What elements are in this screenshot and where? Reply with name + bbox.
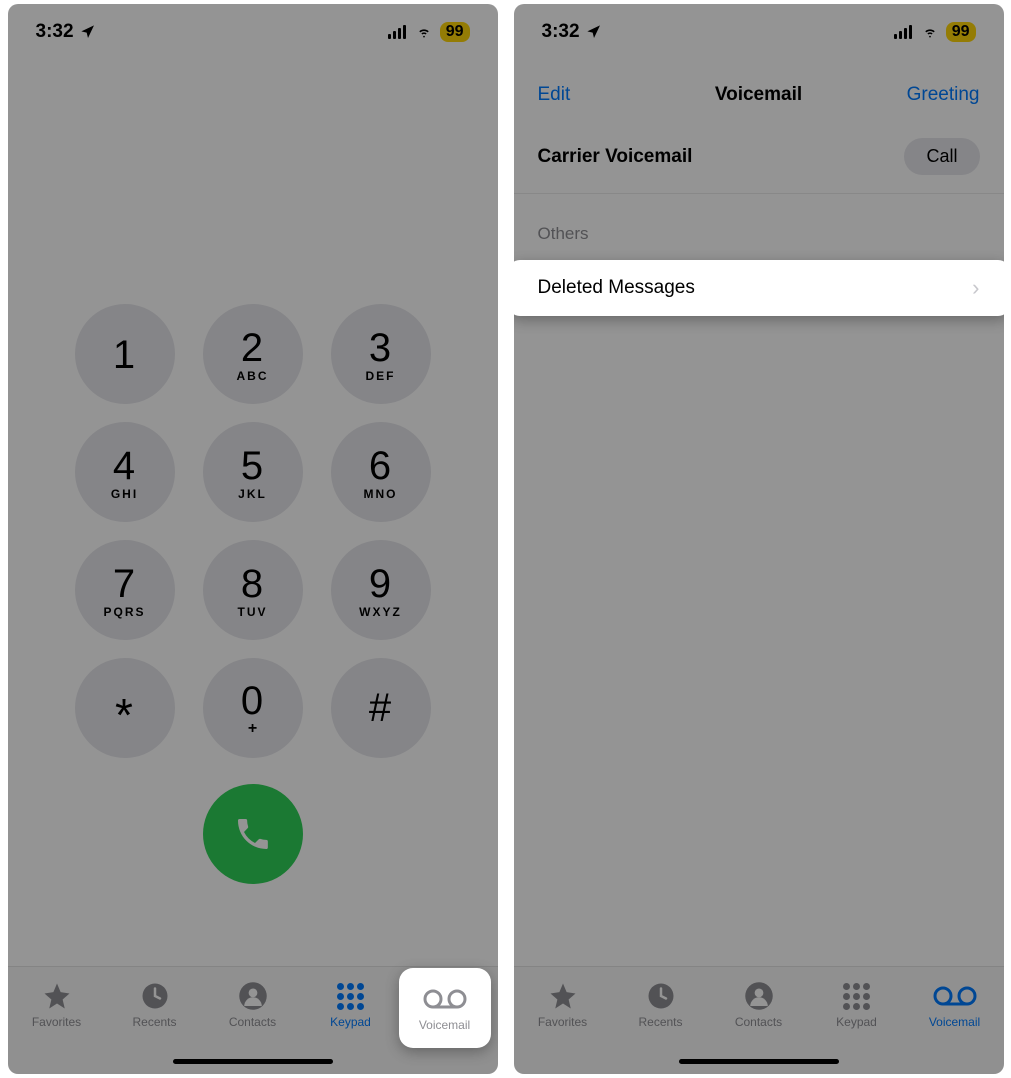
keypad-icon [337,983,364,1010]
tab-label: Keypad [836,1015,877,1029]
voicemail-icon [932,985,978,1007]
nav-bar: Edit Voicemail Greeting [514,70,1004,120]
carrier-voicemail-row: Carrier Voicemail Call [514,120,1004,194]
voicemail-icon [422,988,468,1010]
call-button[interactable]: Call [904,138,979,175]
home-indicator[interactable] [679,1059,839,1064]
tab-voicemail[interactable]: Voicemail [909,981,1001,1029]
phone-icon [233,814,273,854]
location-icon [586,24,602,40]
key-7[interactable]: 7PQRS [75,540,175,640]
cellular-icon [388,25,408,39]
tab-recents[interactable]: Recents [615,981,707,1029]
tab-favorites[interactable]: Favorites [11,981,103,1029]
tab-label: Keypad [330,1015,371,1029]
contact-icon [238,981,268,1011]
contact-icon [744,981,774,1011]
deleted-messages-row[interactable]: Deleted Messages › [514,260,1004,316]
key-hash[interactable]: # [331,658,431,758]
key-6[interactable]: 6MNO [331,422,431,522]
keypad-icon [843,983,870,1010]
key-8[interactable]: 8TUV [203,540,303,640]
deleted-messages-label: Deleted Messages [538,277,695,299]
section-header-others: Others [514,194,1004,254]
tab-label: Favorites [538,1015,587,1029]
phone-screen-voicemail: 3:32 99 Edit Voicemail Greeting Carrier … [514,4,1004,1074]
tab-voicemail[interactable]: Voicemail [399,968,491,1048]
home-indicator[interactable] [173,1059,333,1064]
star-icon [42,981,72,1011]
wifi-icon [414,25,434,39]
cellular-icon [894,25,914,39]
tab-contacts[interactable]: Contacts [713,981,805,1029]
tab-keypad[interactable]: Keypad [811,981,903,1029]
tab-label: Recents [132,1015,176,1029]
key-0[interactable]: 0+ [203,658,303,758]
status-bar: 3:32 99 [8,4,498,60]
edit-button[interactable]: Edit [538,84,571,106]
key-star[interactable]: * [75,658,175,758]
tab-label: Voicemail [929,1015,980,1029]
key-3[interactable]: 3DEF [331,304,431,404]
keypad: 1 2ABC 3DEF 4GHI 5JKL 6MNO 7PQRS 8TUV 9W… [8,304,498,884]
tab-recents[interactable]: Recents [109,981,201,1029]
location-icon [80,24,96,40]
tab-label: Favorites [32,1015,81,1029]
key-9[interactable]: 9WXYZ [331,540,431,640]
tab-contacts[interactable]: Contacts [207,981,299,1029]
tab-label: Voicemail [419,1018,470,1032]
tab-label: Contacts [229,1015,276,1029]
clock-icon [140,981,170,1011]
call-button[interactable] [203,784,303,884]
tab-keypad[interactable]: Keypad [305,981,397,1029]
phone-screen-keypad: 3:32 99 1 2ABC 3DEF 4GHI 5JKL 6MNO 7PQRS… [8,4,498,1074]
status-bar: 3:32 99 [514,4,1004,60]
battery-badge: 99 [946,22,976,42]
star-icon [548,981,578,1011]
key-2[interactable]: 2ABC [203,304,303,404]
clock-icon [646,981,676,1011]
tab-label: Recents [638,1015,682,1029]
chevron-right-icon: › [972,275,979,301]
tab-favorites[interactable]: Favorites [517,981,609,1029]
status-time: 3:32 [542,21,580,43]
key-5[interactable]: 5JKL [203,422,303,522]
greeting-button[interactable]: Greeting [907,84,980,106]
wifi-icon [920,25,940,39]
battery-badge: 99 [440,22,470,42]
tab-bar: Favorites Recents Contacts Keypad Voicem… [514,966,1004,1074]
status-time: 3:32 [36,21,74,43]
key-4[interactable]: 4GHI [75,422,175,522]
page-title: Voicemail [715,84,802,106]
carrier-voicemail-label: Carrier Voicemail [538,146,693,168]
key-1[interactable]: 1 [75,304,175,404]
tab-label: Contacts [735,1015,782,1029]
